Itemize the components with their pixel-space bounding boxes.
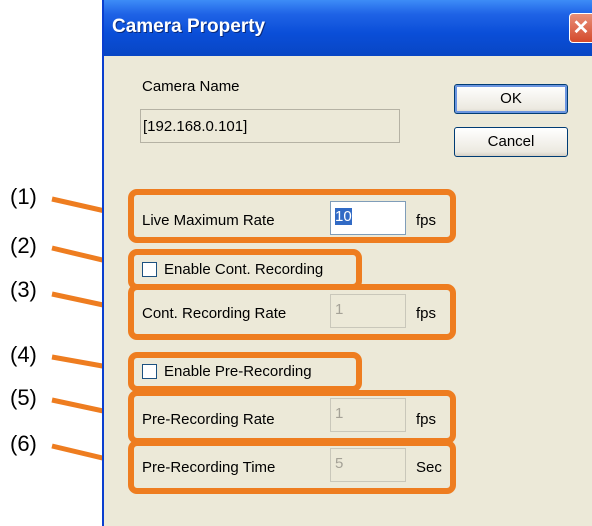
highlight-box-5: [128, 390, 456, 444]
close-icon: ✕: [572, 17, 590, 39]
camera-name-label: Camera Name: [142, 78, 240, 95]
highlight-box-4: [128, 352, 362, 392]
camera-name-field: [192.168.0.101]: [140, 109, 400, 143]
dialog-title: Camera Property: [112, 16, 266, 37]
highlight-box-3: [128, 284, 456, 340]
cancel-button[interactable]: Cancel: [454, 127, 568, 157]
highlight-box-1: [128, 189, 456, 243]
highlight-box-6: [128, 440, 456, 494]
title-bar[interactable]: Camera Property ✕: [104, 0, 592, 56]
close-button[interactable]: ✕: [569, 13, 592, 43]
ok-button[interactable]: OK: [454, 84, 568, 114]
